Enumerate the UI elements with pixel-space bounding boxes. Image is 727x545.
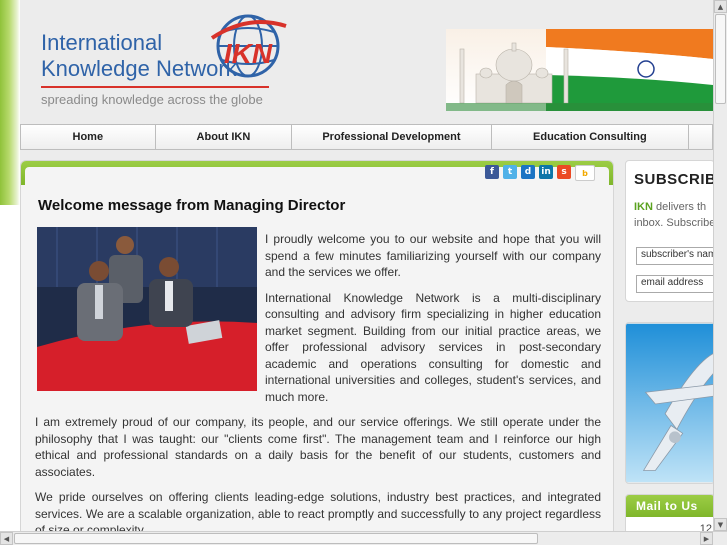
- mail-counter: 12: [699, 523, 712, 531]
- mail-to-us-title: Mail to Us: [626, 495, 713, 517]
- ikn-globe-logo[interactable]: IKN: [208, 8, 288, 86]
- subscribe-desc-line2: inbox. Subscribe: [634, 217, 713, 229]
- twitter-icon[interactable]: t: [503, 165, 517, 179]
- nav-about-ikn[interactable]: About IKN: [155, 125, 293, 149]
- linkedin-icon[interactable]: in: [539, 165, 553, 179]
- subscriber-name-input[interactable]: subscriber's nam: [636, 247, 713, 265]
- welcome-message-body: I proudly welcome you to our website and…: [35, 231, 601, 531]
- stumbleupon-icon[interactable]: s: [557, 165, 571, 179]
- airplane-banner-image[interactable]: [625, 322, 713, 484]
- logo-mark: IKN: [224, 38, 273, 69]
- subscribe-box: SUBSCRIB IKN delivers th inbox. Subscrib…: [625, 160, 713, 302]
- subscribe-desc-line1: delivers th: [652, 201, 707, 213]
- bing-icon[interactable]: b: [575, 165, 595, 181]
- scroll-right-arrow-icon[interactable]: ▶: [700, 532, 713, 545]
- email-address-input[interactable]: email address: [636, 275, 713, 293]
- main-navigation: Home About IKN Professional Development …: [20, 124, 713, 150]
- page-title: Welcome message from Managing Director: [38, 197, 346, 214]
- scroll-down-arrow-icon[interactable]: ▼: [714, 518, 727, 531]
- subscribe-brand: IKN: [634, 201, 653, 213]
- nav-home[interactable]: Home: [21, 125, 156, 149]
- scroll-up-arrow-icon[interactable]: ▲: [714, 0, 727, 13]
- horizontal-scrollbar[interactable]: ◀ ▶: [0, 531, 727, 545]
- left-decorative-strip: [0, 0, 20, 205]
- vertical-scrollbar[interactable]: ▲ ▼: [713, 0, 727, 531]
- welcome-panel: f t d in s b Welcome message from Managi…: [20, 160, 614, 531]
- logo-divider: [41, 86, 269, 88]
- paragraph-3: I am extremely proud of our company, its…: [35, 415, 601, 479]
- vertical-scroll-thumb[interactable]: [715, 14, 726, 104]
- scroll-left-arrow-icon[interactable]: ◀: [0, 532, 13, 545]
- subscribe-description: IKN delivers th inbox. Subscribe: [634, 199, 713, 231]
- facebook-icon[interactable]: f: [485, 165, 499, 179]
- paragraph-4: We pride ourselves on offering clients l…: [35, 490, 601, 531]
- subscribe-title: SUBSCRIB: [634, 171, 713, 188]
- nav-more[interactable]: [689, 125, 712, 149]
- mail-to-us-box[interactable]: Mail to Us 12: [625, 494, 713, 531]
- social-share-bar: f t d in s b: [485, 165, 595, 181]
- header-banner-image: [446, 29, 713, 111]
- page-content: International Knowledge Network IKN spre…: [20, 0, 713, 531]
- horizontal-scroll-thumb[interactable]: [14, 533, 538, 544]
- logo-tagline: spreading knowledge across the globe: [41, 92, 263, 107]
- nav-professional-development[interactable]: Professional Development: [292, 125, 492, 149]
- digg-icon[interactable]: d: [521, 165, 535, 179]
- nav-education-consulting[interactable]: Education Consulting: [491, 125, 690, 149]
